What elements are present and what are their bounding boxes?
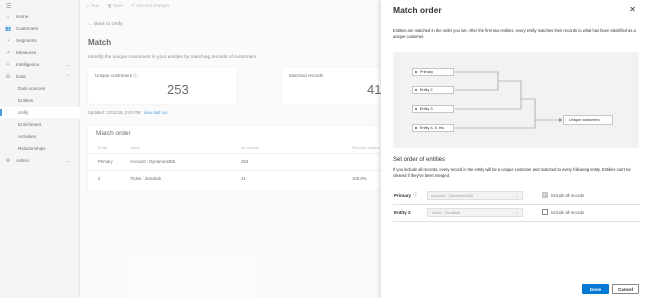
checkbox-unchecked-icon	[542, 209, 548, 215]
divider	[393, 221, 640, 222]
diagram-box-entity-3: Entity 3	[412, 105, 454, 113]
entity-icon	[415, 107, 418, 111]
panel-description: Entities are matched in the order you se…	[393, 28, 636, 39]
entity-icon	[415, 88, 418, 92]
diagram-box-entity-2: Entity 2	[412, 86, 454, 94]
cancel-button[interactable]: Cancel	[612, 284, 639, 294]
primary-include-all-checkbox[interactable]: ✓ Include all records	[542, 192, 584, 198]
chevron-down-icon: ⌄	[515, 210, 519, 215]
entity-2-include-all-checkbox[interactable]: Include all records	[542, 209, 584, 215]
section-description: If you include all records, every record…	[393, 167, 631, 178]
match-order-panel: Match order ✕ Entities are matched in th…	[381, 0, 650, 298]
primary-entity-select[interactable]: Account : Dynamics365 ⌄	[427, 191, 523, 200]
entity-2-label: Entity 2	[394, 210, 411, 215]
entity-icon	[415, 126, 418, 130]
entity-icon	[415, 70, 418, 74]
diagram-box-unique-customers: Unique customers	[563, 115, 613, 125]
diagram-box-primary: Primary	[412, 68, 454, 76]
section-title: Set order of entities	[393, 157, 446, 163]
panel-title: Match order	[393, 5, 442, 15]
entity-2-select[interactable]: Ticket : Zendesk ⌄	[427, 208, 523, 217]
done-button[interactable]: Done	[582, 284, 609, 294]
diagram-connectors	[455, 71, 563, 129]
diagram-box-entity-more: Entity 4, 5, etc.	[412, 124, 454, 132]
primary-label: Primary ⓘ	[394, 192, 418, 198]
checkbox-checked-icon: ✓	[542, 192, 548, 198]
chevron-down-icon: ⌄	[515, 193, 519, 198]
modal-overlay[interactable]	[0, 0, 381, 298]
divider	[393, 204, 640, 205]
close-icon[interactable]: ✕	[629, 5, 636, 14]
match-order-diagram: Primary Entity 2 Entity 3 Entity 4, 5, e…	[393, 52, 639, 148]
info-icon: ⓘ	[413, 192, 418, 197]
